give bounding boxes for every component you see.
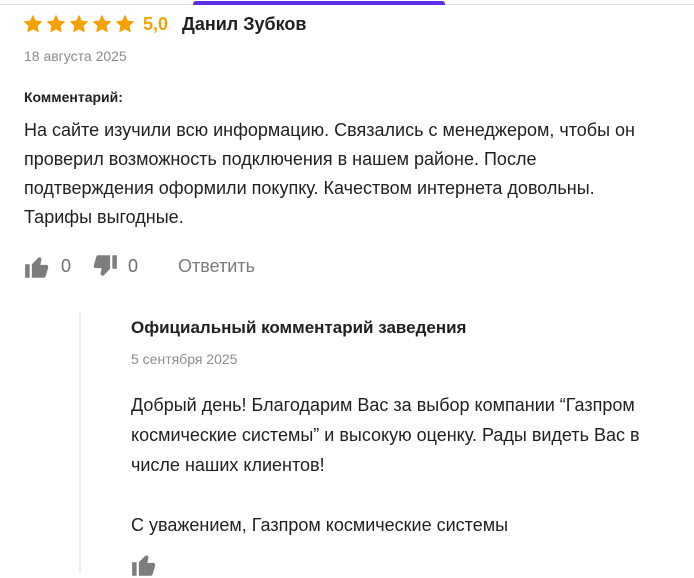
official-reply-text: Добрый день! Благодарим Вас за выбор ком… [131, 395, 640, 475]
thumbs-up-icon [24, 253, 51, 280]
thumbs-down-icon [91, 253, 118, 280]
star-icon [114, 13, 136, 35]
rating-value: 5,0 [143, 13, 169, 34]
official-reply-body: Добрый день! Благодарим Вас за выбор ком… [131, 390, 671, 540]
review-reactions: 0 0 Ответить [24, 252, 255, 280]
star-rating [22, 13, 136, 35]
star-icon [68, 13, 90, 35]
like-button[interactable]: 0 [24, 253, 71, 280]
author-name: Данил Зубков [182, 13, 307, 34]
official-reply-title: Официальный комментарий заведения [131, 318, 467, 337]
star-icon [91, 13, 113, 35]
dislike-count: 0 [128, 255, 139, 276]
official-reply-date: 5 сентября 2025 [131, 351, 238, 367]
reply-like-button[interactable] [131, 551, 158, 578]
active-tab-indicator [193, 1, 445, 5]
reply-button[interactable]: Ответить [178, 256, 255, 277]
review-text: На сайте изучили всю информацию. Связали… [24, 120, 635, 227]
review-date: 18 августа 2025 [24, 48, 127, 64]
star-icon [45, 13, 67, 35]
review-header: 5,0 Данил Зубков [22, 11, 306, 37]
official-reply: Официальный комментарий заведения 5 сент… [79, 313, 681, 576]
thumbs-up-icon [131, 551, 158, 578]
like-count: 0 [61, 255, 72, 276]
official-reply-signature: С уважением, Газпром космические системы [131, 515, 509, 535]
star-icon [22, 13, 44, 35]
comment-label: Комментарий: [24, 89, 123, 105]
dislike-button[interactable]: 0 [91, 253, 138, 280]
